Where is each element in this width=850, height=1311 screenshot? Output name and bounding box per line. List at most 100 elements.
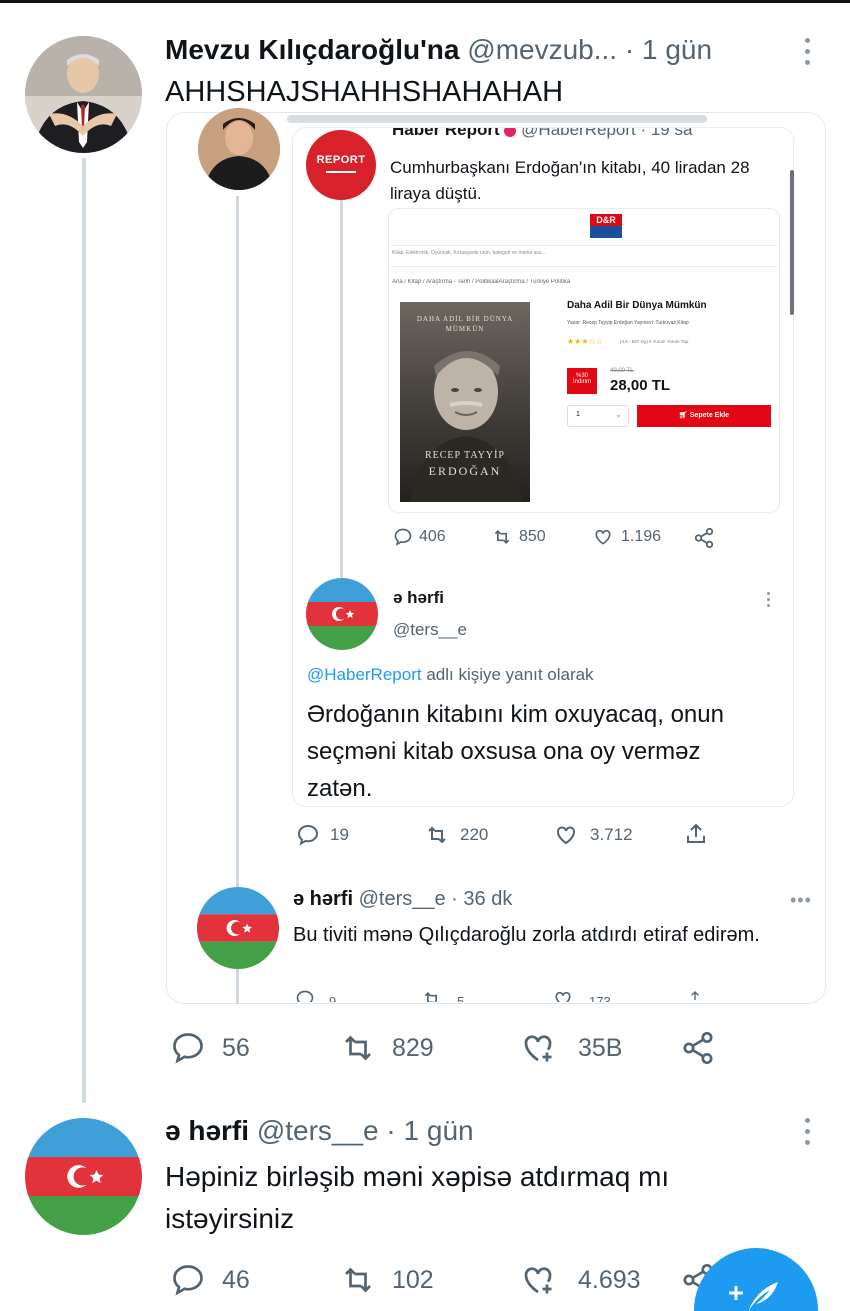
user-handle[interactable]: @ters__e bbox=[359, 888, 446, 910]
reply-count: 9 bbox=[329, 994, 337, 1002]
like-action[interactable]: 1.196 bbox=[593, 527, 661, 547]
like-action[interactable]: 3.712 bbox=[554, 823, 633, 847]
more-options-icon[interactable] bbox=[764, 592, 772, 607]
reply-action[interactable]: 46 bbox=[170, 1262, 250, 1298]
dr-logo[interactable]: D&R bbox=[590, 214, 622, 238]
breadcrumb: Ana / Kitap / Araştırma - Tarih / Politi… bbox=[392, 279, 571, 285]
report-avatar[interactable]: REPORT bbox=[306, 130, 376, 200]
display-name[interactable]: Mevzu Kılıçdaroğlu'na bbox=[165, 34, 459, 65]
user-handle[interactable]: @ters__e bbox=[257, 1115, 379, 1146]
share-action[interactable] bbox=[693, 527, 715, 549]
retweet-icon bbox=[428, 826, 446, 844]
retweet-count: 102 bbox=[392, 1265, 434, 1294]
display-name[interactable]: ə hərfi bbox=[293, 888, 353, 910]
reply-count: 406 bbox=[419, 528, 446, 545]
like-count: 1.196 bbox=[621, 528, 662, 545]
haber-text: Cumhurbaşkanı Erdoğan'ın kitabı, 40 lira… bbox=[390, 158, 750, 203]
reply-action[interactable]: 19 bbox=[296, 823, 349, 847]
like-action[interactable]: 4.693 bbox=[518, 1262, 641, 1298]
replying-to-suffix: adlı kişiye yanıt olarak bbox=[421, 665, 594, 684]
tweet-time[interactable]: · 1 gün bbox=[625, 34, 712, 65]
verified-badge-icon bbox=[504, 128, 517, 137]
reply-count: 19 bbox=[330, 825, 349, 844]
like-action[interactable]: 35B bbox=[518, 1030, 622, 1066]
share-action[interactable] bbox=[684, 821, 708, 847]
like-count: 173 bbox=[589, 994, 611, 1002]
avatar-kilicdaroglu[interactable] bbox=[25, 36, 142, 153]
retweet-icon bbox=[494, 529, 510, 545]
share-icon bbox=[694, 527, 714, 549]
person-photo-icon bbox=[25, 36, 142, 153]
retweet-action[interactable]: 5 bbox=[421, 988, 464, 1002]
avatar-ters-e-flag[interactable] bbox=[25, 1118, 142, 1235]
price: 28,00 TL bbox=[610, 377, 671, 394]
tweet-1-actions: 56 829 35B bbox=[170, 1030, 730, 1070]
chevron-down-icon: ⌄ bbox=[615, 410, 622, 419]
haber-handle[interactable]: @HaberReport · 19 sa bbox=[521, 128, 692, 139]
reply1-name[interactable]: ə hərfi bbox=[393, 588, 444, 608]
azerbaijan-flag-icon bbox=[306, 578, 378, 650]
replying-to-handle[interactable]: @HaberReport bbox=[307, 665, 422, 684]
compose-fab[interactable] bbox=[694, 1248, 818, 1311]
reply-icon bbox=[173, 1265, 203, 1296]
thread-line-inner bbox=[340, 200, 343, 580]
reply2-text: Bu tiviti mənə Qılıçdaroğlu zorla atdırd… bbox=[293, 924, 760, 946]
retweet-icon bbox=[345, 1035, 371, 1061]
discount-badge: %30 İndirim bbox=[567, 368, 597, 394]
reply-action[interactable]: 56 bbox=[170, 1030, 250, 1066]
retweet-action[interactable]: 220 bbox=[424, 823, 488, 847]
reply1-actions: 19 220 3.712 bbox=[296, 823, 716, 849]
rating-stars-icon: ★★★☆☆ bbox=[567, 337, 603, 346]
reply-action[interactable]: 406 bbox=[393, 527, 446, 547]
share-action[interactable] bbox=[680, 1030, 716, 1066]
retweet-action[interactable]: 850 bbox=[491, 527, 546, 547]
reply2-avatar-flag[interactable] bbox=[197, 887, 279, 969]
reply1-handle[interactable]: @ters__e bbox=[393, 620, 467, 640]
product-author-line: Yazar: Recep Tayyip Erdoğan Yayınevi: Tu… bbox=[567, 320, 689, 326]
display-name[interactable]: ə hərfi bbox=[165, 1115, 249, 1146]
tweet-time[interactable]: · 1 gün bbox=[386, 1115, 473, 1146]
tweet-2-header: ə hərfi @ters__e · 1 gün bbox=[165, 1115, 474, 1147]
haber-header: Haber Report @HaberReport · 19 sa bbox=[392, 128, 782, 145]
share-action[interactable] bbox=[687, 988, 703, 1002]
reply-count: 56 bbox=[222, 1033, 250, 1062]
retweet-action[interactable]: 102 bbox=[338, 1262, 434, 1298]
add-to-cart-button[interactable]: 🛒︎ Sepete Ekle bbox=[637, 405, 771, 427]
product-title[interactable]: Daha Adil Bir Dünya Mümkün bbox=[567, 300, 707, 311]
retweet-action[interactable]: 829 bbox=[338, 1030, 434, 1066]
report-logo-underline bbox=[326, 171, 356, 173]
more-options-icon[interactable] bbox=[803, 38, 811, 65]
avatar-embedded-user bbox=[198, 108, 280, 190]
old-price: 40,00 TL bbox=[610, 368, 634, 374]
replying-to: @HaberReport adlı kişiye yanıt olarak bbox=[307, 665, 594, 685]
quantity-select[interactable]: 1 ⌄ bbox=[567, 405, 629, 427]
user-handle[interactable]: @mevzub... bbox=[467, 34, 617, 65]
reply2-actions-cropped: 9 5 173 bbox=[295, 988, 715, 1002]
more-options-icon[interactable]: ••• bbox=[790, 890, 812, 911]
haber-name[interactable]: Haber Report bbox=[392, 128, 500, 139]
like-count: 35B bbox=[578, 1033, 623, 1062]
tweet-time[interactable]: · 36 dk bbox=[451, 888, 512, 910]
reply-action[interactable]: 9 bbox=[295, 988, 336, 1002]
share-upload-icon bbox=[687, 823, 705, 843]
reply1-avatar-flag[interactable] bbox=[306, 578, 378, 650]
share-icon bbox=[683, 1031, 713, 1065]
heart-icon bbox=[557, 826, 575, 845]
like-action[interactable]: 173 bbox=[551, 988, 611, 1002]
retweet-count: 829 bbox=[392, 1033, 434, 1062]
reply-icon bbox=[394, 528, 412, 546]
reply-icon bbox=[296, 990, 314, 1002]
scrollbar-thumb[interactable] bbox=[790, 170, 794, 315]
quantity-value: 1 bbox=[576, 411, 580, 418]
cover-author-line2: ERDOĞAN bbox=[428, 464, 502, 478]
reply2-header: ə hərfi @ters__e · 36 dk bbox=[293, 888, 512, 911]
tweet-text: AHHSHAJSHAHHSHAHAHAH bbox=[165, 76, 564, 108]
thread-line-embedded bbox=[236, 196, 239, 1004]
heart-icon bbox=[555, 991, 571, 1002]
more-options-icon[interactable] bbox=[803, 1118, 811, 1145]
person-photo-icon bbox=[198, 108, 280, 190]
like-count: 3.712 bbox=[590, 825, 633, 844]
book-cover[interactable]: DAHA ADİL BİR DÜNYA MÜMKÜN RECEP TAYYİP … bbox=[400, 302, 530, 502]
heart-add-icon bbox=[524, 1267, 552, 1294]
reply-count: 46 bbox=[222, 1265, 250, 1294]
